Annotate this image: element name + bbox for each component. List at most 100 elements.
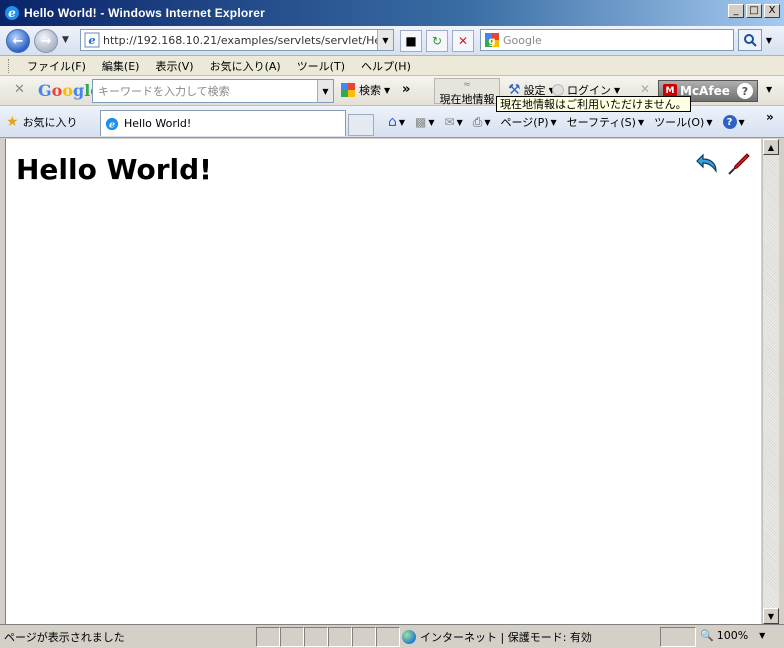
tab-hello-world[interactable]: e Hello World! [100,110,346,136]
help-circle-icon: ? [722,115,737,129]
close-mcafee-icon[interactable]: ✕ [640,82,650,96]
close-toolbar-icon[interactable]: ✕ [14,82,25,97]
stop-icon[interactable]: ✕ [452,30,474,52]
search-options-dropdown-icon[interactable]: ▼ [762,29,776,51]
security-zone[interactable]: インターネット | 保護モード: 有効 [402,629,592,645]
menu-favorites[interactable]: お気に入り(A) [202,58,289,74]
svg-text:e: e [8,6,16,20]
recent-pages-dropdown-icon[interactable]: ▼ [62,35,69,45]
status-panel [328,627,352,647]
svg-text:g: g [488,36,495,47]
zoom-level: 100% [716,629,749,642]
favorites-label: お気に入り [22,116,78,129]
mcafee-dropdown-icon[interactable]: ▼ [766,85,772,94]
login-dropdown-icon[interactable]: ▼ [614,86,620,95]
title-bar: e Hello World! - Windows Internet Explor… [0,0,784,26]
status-bar: ページが表示されました インターネット | 保護モード: 有効 🔍 100% ▼ [0,624,784,648]
home-icon: ⌂ [388,114,397,130]
svg-text:e: e [89,34,96,47]
search-button[interactable] [738,29,762,51]
return-arrow-icon[interactable] [695,151,721,177]
scroll-down-arrow-icon[interactable]: ▼ [763,608,779,624]
url-field[interactable]: e http://192.168.10.21/examples/servlets… [80,29,394,51]
menu-view[interactable]: 表示(V) [147,58,201,74]
popup-blocker-button[interactable] [660,627,696,647]
mail-icon: ✉ [444,115,455,129]
maximize-button[interactable]: □ [746,4,762,18]
safety-menu-dropdown-icon: ▼ [637,117,645,127]
menu-edit[interactable]: 編集(E) [94,58,148,74]
search-button-dropdown-icon[interactable]: ▼ [384,86,390,95]
security-zone-label: インターネット | 保護モード: 有効 [420,631,592,644]
refresh-icon[interactable]: ↻ [426,30,448,52]
home-button[interactable]: ⌂ ▼ [388,114,405,130]
new-tab-button[interactable] [348,114,374,136]
safety-menu-label: セーフティ(S) [566,116,636,129]
google-search-icon [341,83,355,97]
star-icon: ★ [6,114,19,130]
menu-tools[interactable]: ツール(T) [289,58,353,74]
location-tooltip: 現在地情報はご利用いただけません。 [496,96,691,112]
page-content: Hello World! [5,139,761,624]
help-icon[interactable]: ? [737,83,753,99]
zoom-magnifier-icon: 🔍 [700,629,714,642]
zoom-control[interactable]: 🔍 100% ▼ [700,629,765,642]
favorites-button[interactable]: ★ お気に入り [6,114,78,130]
menu-bar: ファイル(F) 編集(E) 表示(V) お気に入り(A) ツール(T) ヘルプ(… [0,56,784,76]
url-text: http://192.168.10.21/examples/servlets/s… [103,33,377,47]
forward-arrow-icon: → [40,33,52,49]
page-icon: e [84,32,100,48]
search-placeholder: Google [503,33,542,47]
mail-dropdown-icon[interactable]: ▼ [457,118,463,127]
google-search-input[interactable]: キーワードを入力して検索 ▼ [92,79,334,103]
vertical-scrollbar[interactable]: ▲ ▼ [762,139,779,624]
mail-button[interactable]: ✉ ▼ [445,115,463,129]
home-dropdown-icon[interactable]: ▼ [399,118,405,127]
location-button[interactable]: ≈ 現在地情報 [434,78,500,106]
compatibility-view-icon[interactable]: ■ [400,30,422,52]
status-panel [352,627,376,647]
command-bar-chevron-icon[interactable]: » [766,110,774,124]
page-menu-label: ページ(P) [500,116,549,129]
svg-text:e: e [109,119,115,130]
google-search-placeholder: キーワードを入力して検索 [98,85,230,98]
search-input[interactable]: g Google [480,29,734,51]
tools-menu-label: ツール(O) [654,116,705,129]
back-button[interactable]: ← [6,29,30,53]
user-icon [552,84,564,96]
help-menu[interactable]: ? ▼ [722,115,745,129]
toolbar-grip[interactable] [8,58,11,73]
page-menu[interactable]: ページ(P) ▼ [501,114,557,130]
google-provider-icon: g [485,33,499,47]
page-menu-dropdown-icon: ▼ [550,117,557,127]
close-window-button[interactable]: X [764,4,780,18]
feeds-button[interactable]: ▩ ▼ [415,115,435,129]
google-search-button[interactable]: 検索 ▼ [340,82,390,98]
status-text: ページが表示されました [4,631,125,644]
tools-menu-dropdown-icon: ▼ [706,117,713,127]
status-panel [256,627,280,647]
menu-help[interactable]: ヘルプ(H) [353,58,419,74]
status-panel [304,627,328,647]
zoom-dropdown-icon[interactable]: ▼ [759,631,765,640]
safety-menu[interactable]: セーフティ(S) ▼ [567,114,644,130]
minimize-button[interactable]: _ [728,4,744,18]
menu-file[interactable]: ファイル(F) [19,58,94,74]
help-dropdown-icon[interactable]: ▼ [739,118,745,127]
scroll-up-arrow-icon[interactable]: ▲ [763,139,779,155]
window-title: Hello World! - Windows Internet Explorer [24,6,266,20]
printer-icon: ⎙ [472,114,483,129]
command-bar: ⌂ ▼ ▩ ▼ ✉ ▼ ⎙ ▼ ページ(P) ▼ セーフティ(S) ▼ ツール(O) ▼ ? ▼ [388,114,745,130]
address-bar: ← → ▼ e http://192.168.10.21/examples/se… [0,26,784,56]
print-dropdown-icon[interactable]: ▼ [484,118,490,127]
google-search-dropdown-icon[interactable]: ▼ [317,80,333,102]
forward-button[interactable]: → [34,29,58,53]
status-panel [280,627,304,647]
tools-menu[interactable]: ツール(O) ▼ [654,114,712,130]
pen-tool-icon[interactable] [725,151,751,177]
url-dropdown-icon[interactable]: ▼ [377,30,393,50]
print-button[interactable]: ⎙ ▼ [473,115,491,130]
google-search-button-label: 検索 [359,84,381,97]
feeds-dropdown-icon[interactable]: ▼ [428,118,434,127]
more-buttons-chevron-icon[interactable]: » [402,82,410,97]
